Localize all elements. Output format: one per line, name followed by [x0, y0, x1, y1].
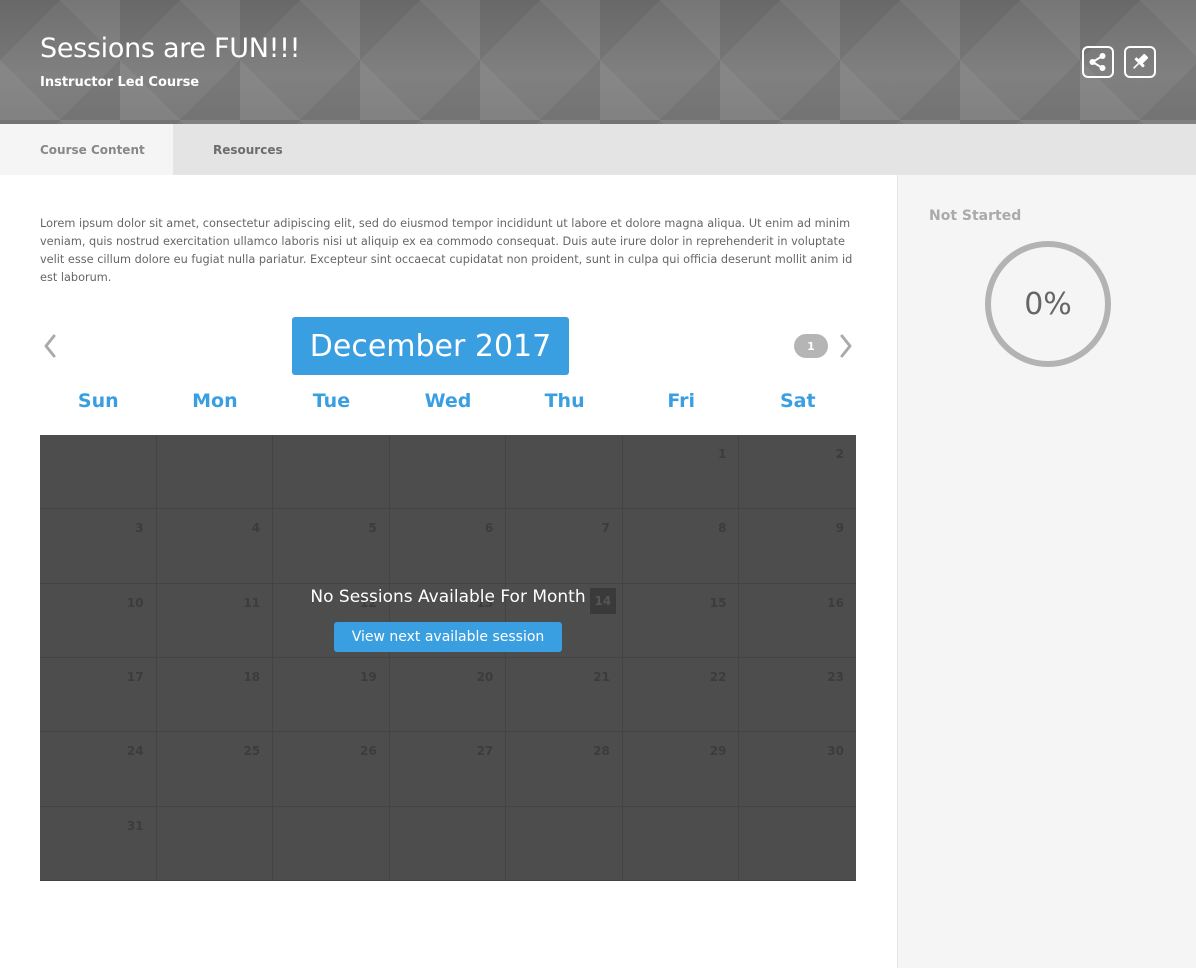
calendar-day-cell	[506, 435, 623, 510]
view-next-session-button[interactable]: View next available session	[334, 622, 562, 652]
session-count-badge: 1	[794, 334, 828, 358]
weekday-label: Sat	[779, 390, 816, 412]
calendar-day-cell	[156, 435, 274, 510]
share-button[interactable]	[1082, 46, 1114, 78]
course-header: Sessions are FUN!!! Instructor Led Cours…	[0, 0, 1196, 124]
calendar-day-cell	[389, 806, 507, 881]
calendar-day-cell: 22	[622, 658, 740, 733]
status-label: Not Started	[929, 208, 1022, 224]
day-number: 28	[593, 744, 610, 759]
tab-bar: Course Content Resources	[0, 124, 1196, 175]
calendar-day-cell	[156, 806, 274, 881]
calendar-day-cell: 2	[739, 435, 856, 510]
calendar-day-cell: 31	[40, 806, 157, 881]
calendar-day-cell: 23	[739, 658, 856, 733]
weekday-label: Fri	[667, 390, 695, 412]
no-sessions-message: No Sessions Available For Month	[310, 587, 586, 607]
calendar-day-cell: 27	[389, 732, 507, 807]
calendar-day-cell: 15	[622, 583, 740, 658]
day-number: 25	[243, 744, 261, 759]
day-number: 18	[243, 670, 261, 684]
calendar-day-cell: 19	[273, 658, 390, 733]
day-number: 6	[484, 521, 494, 536]
calendar-day-cell: 26	[273, 732, 390, 807]
pin-button[interactable]	[1124, 46, 1156, 78]
previous-month-button[interactable]	[38, 331, 62, 361]
course-subtitle: Instructor Led Course	[40, 75, 200, 90]
day-number: 17	[126, 670, 144, 684]
calendar-day-cell	[622, 806, 740, 881]
day-number: 27	[476, 744, 494, 759]
calendar-grid: 1 2 3 4 5 6 7 8 9 10 11 12 13 14 15 16 17 18 19 20 21 22 23 24 2…	[40, 435, 856, 881]
month-selector-button[interactable]: December 2017	[292, 317, 569, 375]
calendar-day-cell: 8	[622, 509, 740, 584]
day-number: 10	[126, 595, 144, 610]
day-number: 22	[709, 670, 727, 684]
day-number: 16	[827, 595, 844, 610]
calendar-day-cell: 20	[389, 658, 507, 733]
weekday-label: Wed	[424, 390, 472, 412]
calendar-day-cell	[506, 806, 623, 881]
calendar-day-cell: 25	[156, 732, 274, 807]
calendar-day-cell	[739, 807, 856, 881]
tab-resources[interactable]: Resources	[213, 124, 283, 175]
calendar-day-cell: 9	[739, 509, 856, 584]
next-month-button[interactable]	[834, 331, 858, 361]
pin-icon	[1133, 53, 1149, 69]
progress-sidebar: Not Started 0%	[897, 175, 1196, 968]
day-number: 7	[601, 521, 610, 536]
day-number: 11	[243, 595, 261, 610]
weekday-label: Thu	[544, 390, 585, 412]
calendar-day-cell: 29	[622, 732, 740, 807]
calendar-day-cell	[273, 806, 390, 881]
calendar-day-cell	[273, 435, 390, 510]
day-number: 21	[593, 670, 610, 684]
day-number: 15	[709, 595, 727, 610]
day-number: 31	[126, 818, 144, 833]
day-number: 30	[827, 744, 844, 759]
day-number: 8	[718, 521, 727, 536]
calendar-day-cell: 1	[622, 435, 740, 510]
day-number: 29	[709, 744, 727, 759]
calendar-day-cell: 11	[156, 583, 274, 658]
calendar-day-cell	[40, 435, 157, 510]
progress-percent: 0%	[1024, 286, 1072, 322]
calendar-day-cell: 10	[40, 583, 157, 658]
weekday-label: Sun	[77, 390, 119, 412]
calendar-day-cell: 24	[40, 732, 157, 807]
day-number: 24	[126, 744, 144, 759]
chevron-left-icon	[44, 334, 56, 358]
calendar-day-cell: 17	[40, 658, 157, 733]
day-number: 19	[360, 670, 377, 684]
day-number: 1	[718, 447, 727, 461]
calendar-day-cell: 3	[40, 509, 157, 584]
course-title: Sessions are FUN!!!	[40, 33, 301, 64]
calendar-day-cell: 28	[506, 732, 623, 807]
calendar-day-cell: 4	[156, 509, 274, 584]
day-number: 23	[827, 670, 844, 684]
weekday-label: Tue	[312, 390, 351, 412]
calendar-day-cell	[389, 435, 507, 510]
calendar-day-cell: 6	[389, 509, 507, 584]
day-number: 26	[360, 744, 377, 759]
day-number: 3	[135, 521, 144, 536]
day-number: 2	[835, 447, 844, 461]
calendar-day-cell: 21	[506, 658, 623, 733]
weekday-label: Mon	[192, 390, 238, 412]
day-number: 5	[368, 521, 377, 536]
course-description: Lorem ipsum dolor sit amet, consectetur …	[40, 217, 853, 284]
chevron-right-icon	[840, 334, 852, 358]
share-icon	[1089, 53, 1106, 71]
weekday-header: Sun Mon Tue Wed Thu Fri Sat	[40, 390, 856, 420]
calendar-day-cell: 7	[506, 509, 623, 584]
tab-course-content[interactable]: Course Content	[0, 124, 173, 175]
day-number: 20	[476, 670, 494, 684]
calendar-day-cell: 18	[156, 658, 274, 733]
day-number: 4	[251, 521, 261, 536]
calendar-day-cell: 30	[739, 732, 856, 807]
calendar-day-cell: 5	[273, 509, 390, 584]
day-number: 9	[835, 521, 844, 536]
calendar-day-cell: 16	[739, 584, 856, 658]
